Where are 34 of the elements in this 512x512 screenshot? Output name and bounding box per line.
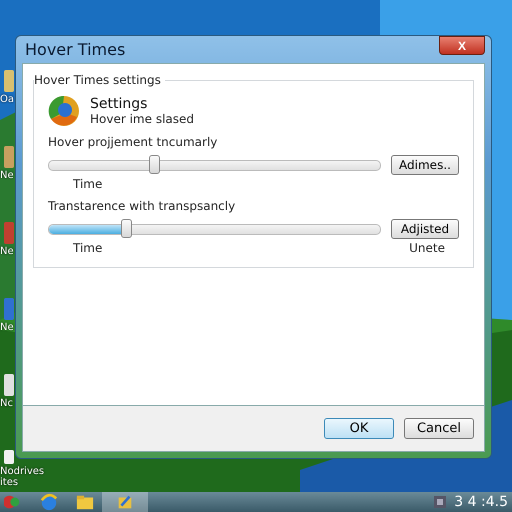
taskbar-app-button[interactable] — [102, 492, 148, 512]
browser-icon[interactable] — [40, 493, 58, 511]
desktop-icon-label: Nodrives ites — [0, 466, 46, 488]
slider-thumb[interactable] — [120, 218, 132, 238]
desktop-icon-label: Nc — [0, 398, 13, 409]
folder-icon[interactable] — [76, 493, 94, 511]
clock: 3 4 :4.5 — [454, 494, 508, 510]
tray-icon[interactable] — [434, 496, 446, 508]
dialog-button[interactable]: OK — [324, 418, 394, 439]
adjust-button[interactable]: Adimes.. — [391, 155, 459, 175]
desktop-icon[interactable] — [4, 70, 14, 92]
desktop-icon[interactable] — [4, 146, 14, 168]
settings-heading: Settings — [90, 96, 148, 112]
dialog-button[interactable]: Cancel — [404, 418, 474, 439]
pencil-icon — [116, 493, 134, 511]
close-button[interactable]: X — [439, 36, 485, 55]
slider-label: Hover projjement tncumarly — [48, 135, 218, 149]
settings-subheading: Hover ime slased — [90, 112, 194, 126]
slider-thumb[interactable] — [148, 154, 160, 174]
desktop-icon-label: Ne — [0, 170, 14, 181]
desktop-icon-label: Ne — [0, 246, 14, 257]
desktop-icon[interactable] — [4, 450, 14, 464]
slider-note: Unete — [409, 241, 445, 255]
slider-caption: Time — [73, 177, 102, 191]
slider-caption: Time — [73, 241, 102, 255]
slider-label: Transtarence with transpsancly — [48, 199, 236, 213]
desktop-icon[interactable] — [4, 374, 14, 396]
desktop-icon-label: Ne — [0, 322, 14, 333]
window-title: Hover Times — [25, 40, 126, 59]
globe-icon — [48, 95, 80, 127]
start-icon[interactable] — [4, 493, 22, 511]
desktop-icon-label: Oa — [0, 94, 14, 105]
group-title: Hover Times settings — [34, 73, 165, 87]
adjust-button[interactable]: Adjisted — [391, 219, 459, 239]
